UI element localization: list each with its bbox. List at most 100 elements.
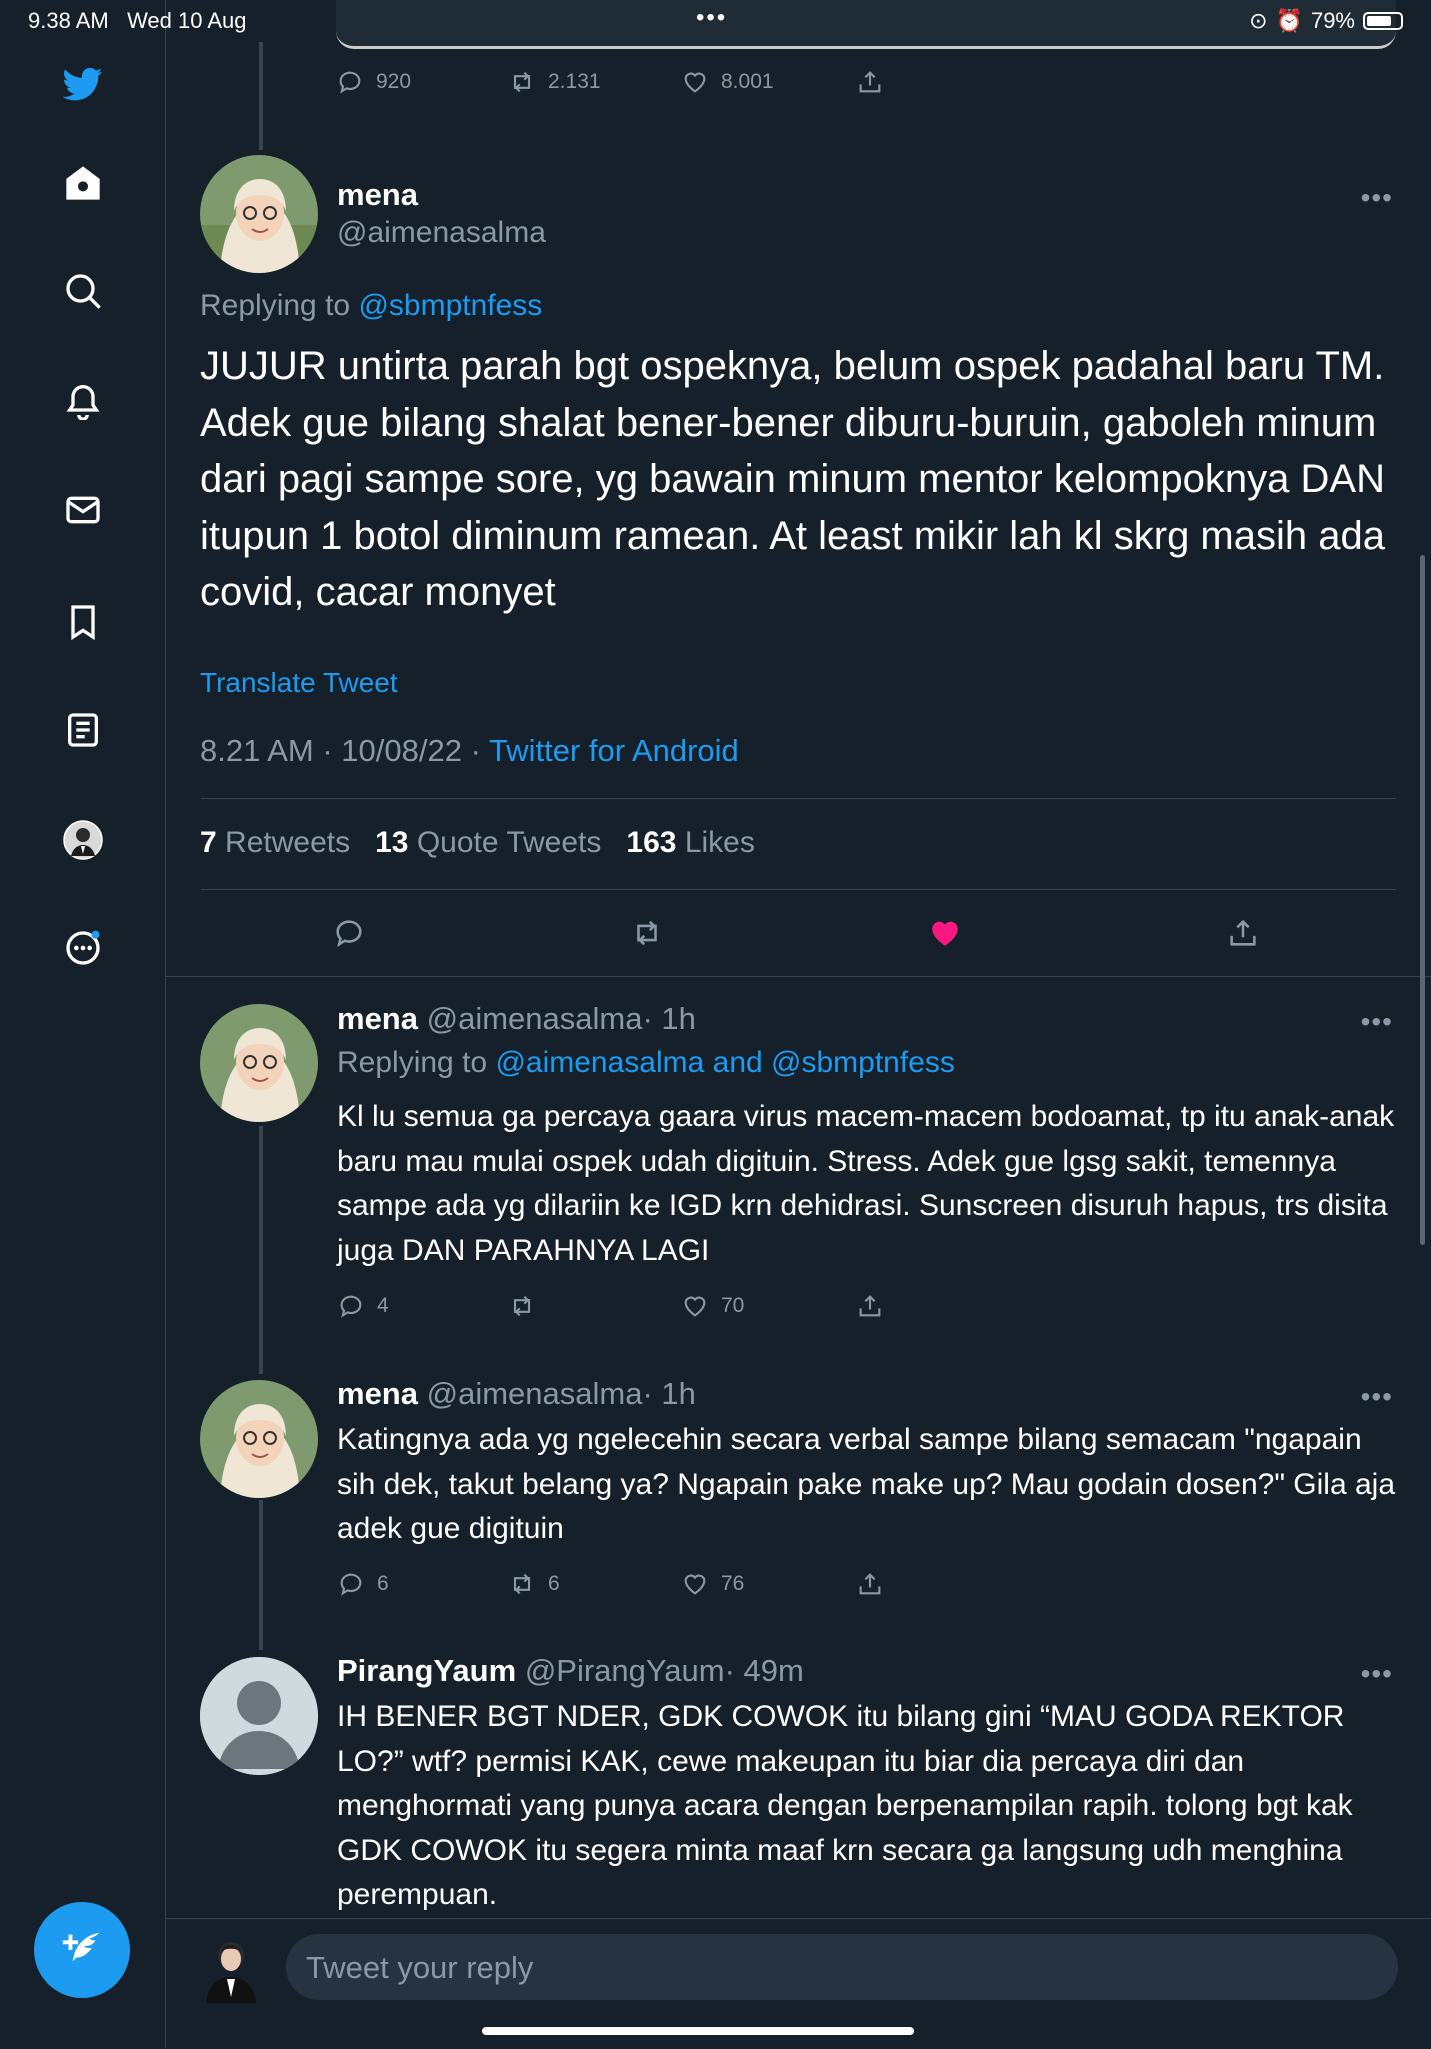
reply-count: 4 [377, 1294, 389, 1317]
home-indicator [482, 2027, 914, 2035]
default-avatar-icon [200, 1657, 318, 1775]
reply-button[interactable] [332, 916, 366, 950]
reply-header: mena @aimenasalma· 1h [337, 1001, 696, 1037]
retweets-label: Retweets [225, 826, 351, 859]
replying-to-label: Replying to [337, 1046, 488, 1079]
retweet-count: 6 [548, 1572, 560, 1595]
retweet-icon [513, 1295, 531, 1317]
heart-icon [684, 72, 706, 93]
avatar[interactable] [200, 1380, 318, 1498]
avatar[interactable] [202, 1933, 260, 2003]
retweet-button[interactable] [630, 916, 664, 950]
like-action[interactable]: 8.001 [681, 68, 774, 96]
replying-to-label: Replying to [200, 289, 351, 322]
likes-label: Likes [684, 826, 755, 859]
reply-display-name[interactable]: PirangYaum [337, 1653, 516, 1688]
divider [166, 976, 1431, 977]
twitter-logo-icon[interactable] [57, 58, 109, 110]
reply-text: IH BENER BGT NDER, GDK COWOK itu bilang … [337, 1700, 1353, 1911]
explore-icon[interactable] [57, 265, 109, 317]
reply-action[interactable]: 920 [336, 68, 411, 96]
retweet-action[interactable]: 2.131 [508, 68, 601, 96]
avatar[interactable] [200, 1004, 318, 1122]
share-icon [1230, 919, 1256, 946]
avatar[interactable] [200, 1657, 318, 1775]
sidebar [0, 0, 166, 2048]
retweet-action[interactable]: 6 [508, 1570, 560, 1598]
heart-icon [684, 1574, 706, 1595]
scrollbar[interactable] [1420, 555, 1425, 1245]
reply-time: · 1h [642, 1376, 696, 1411]
share-action[interactable] [856, 1292, 884, 1320]
quote-tweets-stat[interactable]: 13 Quote Tweets [375, 826, 601, 859]
reply-header: mena @aimenasalma· 1h [337, 1376, 696, 1412]
retweet-icon [513, 71, 531, 93]
reply-handle[interactable]: @PirangYaum [525, 1653, 725, 1688]
like-button[interactable] [928, 916, 962, 950]
reply-count: 6 [377, 1572, 389, 1595]
home-icon[interactable] [57, 157, 109, 209]
reply-action[interactable]: 6 [337, 1570, 389, 1598]
status-right: ⊙ ⏰ 79% [1249, 8, 1403, 34]
author-handle[interactable]: @aimenasalma [337, 216, 546, 250]
avatar[interactable] [200, 155, 318, 273]
battery-percent: 79% [1310, 8, 1355, 33]
reply-action[interactable]: 4 [337, 1292, 389, 1320]
tweet-thread: 920 2.131 8.001 mena @aimenasalma ••• Re… [166, 0, 1431, 2049]
reply-display-name[interactable]: mena [337, 1001, 418, 1036]
translate-tweet-link[interactable]: Translate Tweet [200, 667, 398, 699]
more-icon[interactable] [57, 922, 109, 974]
quotes-label: Quote Tweets [416, 826, 602, 859]
divider [201, 798, 1396, 799]
retweet-count: 2.131 [548, 70, 601, 93]
more-options-icon[interactable]: ••• [1361, 1381, 1393, 1413]
battery-icon [1363, 12, 1403, 30]
likes-stat[interactable]: 163 Likes [626, 826, 754, 859]
compose-tweet-button[interactable] [34, 1902, 130, 1998]
author-display-name[interactable]: mena [337, 177, 418, 213]
notifications-icon[interactable] [57, 374, 109, 426]
reply-handle[interactable]: @aimenasalma [427, 1001, 643, 1036]
share-icon [859, 71, 881, 93]
multitask-dots-icon[interactable]: ••• [696, 4, 727, 32]
alarm-icon: ⏰ [1275, 8, 1303, 33]
more-options-icon[interactable]: ••• [1361, 1658, 1393, 1690]
thread-line [259, 42, 263, 150]
tweet-source-link[interactable]: Twitter for Android [489, 733, 739, 768]
reply-icon [340, 1573, 362, 1596]
lists-icon[interactable] [57, 704, 109, 756]
reply-count: 920 [376, 70, 412, 93]
reply-time: · 49m [724, 1653, 804, 1688]
reply-handle[interactable]: @aimenasalma [427, 1376, 643, 1411]
divider [201, 889, 1396, 890]
profile-avatar[interactable] [57, 814, 109, 866]
reply-header: PirangYaum @PirangYaum· 49m [337, 1653, 804, 1689]
reply-icon [336, 920, 362, 948]
reply-icon [340, 1295, 362, 1318]
retweets-count: 7 [200, 826, 217, 859]
share-action[interactable] [856, 68, 884, 96]
messages-icon[interactable] [57, 484, 109, 536]
mention-link[interactable]: @sbmptnfess [358, 289, 542, 322]
retweet-icon [513, 1573, 531, 1595]
like-action[interactable]: 70 [681, 1292, 744, 1320]
reply-input[interactable]: Tweet your reply [286, 1934, 1398, 2000]
retweets-stat[interactable]: 7 Retweets [200, 826, 350, 859]
like-action[interactable]: 76 [681, 1570, 744, 1598]
mention-link[interactable]: @aimenasalma and @sbmptnfess [495, 1046, 954, 1079]
likes-count: 163 [626, 826, 677, 859]
like-count: 70 [721, 1294, 745, 1317]
reply-time: · 1h [642, 1001, 696, 1036]
reply-placeholder: Tweet your reply [306, 1950, 534, 1985]
retweet-action[interactable] [508, 1292, 548, 1320]
share-action[interactable] [856, 1570, 884, 1598]
bookmarks-icon[interactable] [57, 596, 109, 648]
tweet-text: JUJUR untirta parah bgt ospeknya, belum … [200, 344, 1385, 614]
status-bar: 9.38 AM Wed 10 Aug ••• ⊙ ⏰ 79% [0, 0, 1431, 42]
more-options-icon[interactable]: ••• [1361, 1006, 1393, 1038]
reply-display-name[interactable]: mena [337, 1376, 418, 1411]
more-options-icon[interactable]: ••• [1361, 182, 1393, 214]
share-button[interactable] [1226, 916, 1260, 950]
thread-line [259, 1500, 263, 1650]
status-time: 9.38 AM Wed 10 Aug [28, 8, 247, 33]
